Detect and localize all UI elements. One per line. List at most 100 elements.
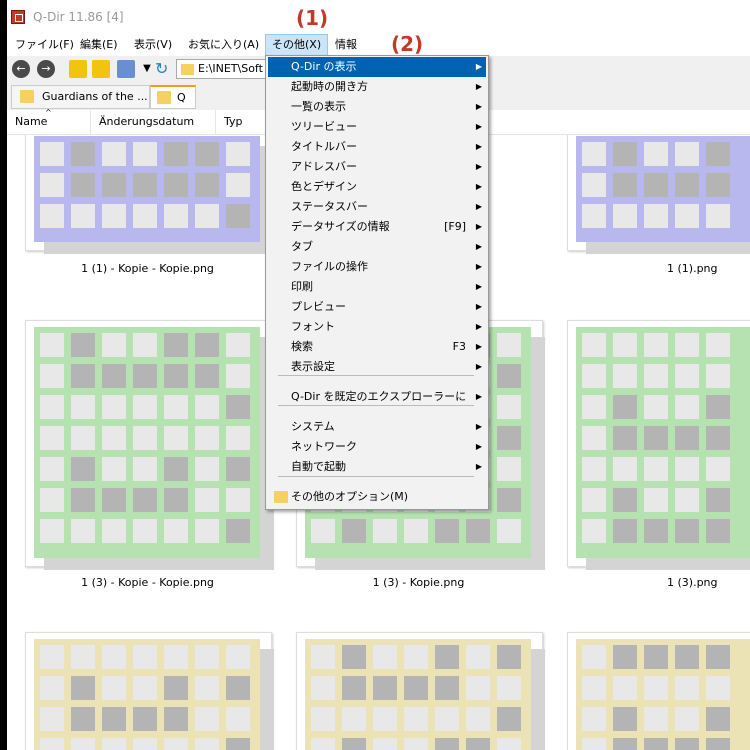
file-thumbnail[interactable] xyxy=(25,320,274,570)
menu-item-print[interactable]: 印刷 ▶ xyxy=(268,277,486,297)
column-date[interactable]: Änderungsdatum xyxy=(91,110,216,134)
thumbnail-cell xyxy=(102,142,126,166)
thumbnail-cell xyxy=(195,738,219,750)
menu-item-system[interactable]: システム ▶ xyxy=(268,417,486,437)
menu-item-title-bar[interactable]: タイトルバー ▶ xyxy=(268,137,486,157)
thumbnail-cell xyxy=(706,333,730,357)
thumbnail-cell xyxy=(226,204,250,228)
dropdown-arrow-icon[interactable]: ▼ xyxy=(138,60,156,78)
thumbnail-cell xyxy=(102,645,126,669)
thumbnail-cell xyxy=(342,707,366,731)
file-thumbnail[interactable] xyxy=(567,135,750,254)
thumbnail-cell xyxy=(226,488,250,512)
tab-q[interactable]: Q xyxy=(150,85,196,109)
new-folder-icon[interactable] xyxy=(92,60,110,78)
submenu-arrow-icon: ▶ xyxy=(475,222,482,231)
menu-item-font[interactable]: フォント ▶ xyxy=(268,317,486,337)
thumbnail-cell xyxy=(40,395,64,419)
menu-item-address-bar[interactable]: アドレスバー ▶ xyxy=(268,157,486,177)
menu-item-color-design[interactable]: 色とデザイン ▶ xyxy=(268,177,486,197)
up-folder-icon[interactable] xyxy=(69,60,87,78)
thumbnail-cell xyxy=(706,519,730,543)
file-thumbnail[interactable] xyxy=(567,320,750,570)
menu-info[interactable]: 情報 xyxy=(329,34,363,56)
file-thumbnail[interactable] xyxy=(25,632,274,750)
file-name[interactable]: 1 (3) - Kopie - Kopie.png xyxy=(25,576,270,589)
menu-item-file-operations[interactable]: ファイルの操作 ▶ xyxy=(268,257,486,277)
menu-item-label: ステータスバー xyxy=(291,200,368,213)
menu-item-tree-view[interactable]: ツリービュー ▶ xyxy=(268,117,486,137)
address-bar[interactable]: E:\INET\Soft xyxy=(176,59,276,79)
thumbnail-cell xyxy=(706,426,730,450)
menu-item-label: ツリービュー xyxy=(291,120,357,133)
menu-item-other-options[interactable]: その他のオプション(M) xyxy=(268,487,486,507)
thumbnail-cell xyxy=(582,488,606,512)
thumbnail-cell xyxy=(133,426,157,450)
thumbnail-cell xyxy=(40,457,64,481)
thumbnail-cell xyxy=(706,173,730,197)
thumbnail-cell xyxy=(644,676,668,700)
refresh-icon[interactable]: ↻ xyxy=(155,60,173,78)
thumbnail-cell xyxy=(164,519,188,543)
menu-item-status-bar[interactable]: ステータスバー ▶ xyxy=(268,197,486,217)
thumbnail-cell xyxy=(404,645,428,669)
menu-edit[interactable]: 編集(E) xyxy=(74,34,124,56)
forward-arrow-icon[interactable]: → xyxy=(37,60,55,78)
thumbnail-cell xyxy=(102,488,126,512)
menu-view[interactable]: 表示(V) xyxy=(128,34,178,56)
menu-item-label: システム xyxy=(291,420,335,433)
menu-item-label: タイトルバー xyxy=(291,140,357,153)
thumbnail-cell xyxy=(613,676,637,700)
file-thumbnail[interactable] xyxy=(567,632,750,750)
menu-item-preview[interactable]: プレビュー ▶ xyxy=(268,297,486,317)
shortcut-label: [F9] xyxy=(444,220,466,233)
file-name[interactable]: 1 (1).png xyxy=(567,262,750,275)
menu-item-tabs[interactable]: タブ ▶ xyxy=(268,237,486,257)
thumbnail-cell xyxy=(71,707,95,731)
thumbnail-cell xyxy=(133,738,157,750)
thumbnail-cell xyxy=(644,645,668,669)
folder-icon xyxy=(274,491,288,503)
thumbnail-cell xyxy=(195,457,219,481)
thumbnail-cell xyxy=(133,142,157,166)
submenu-arrow-icon: ▶ xyxy=(475,62,482,71)
file-name[interactable]: 1 (3) - Kopie.png xyxy=(296,576,541,589)
thumbnail-cell xyxy=(644,142,668,166)
sort-caret-icon: ^ xyxy=(45,108,52,117)
file-thumbnail[interactable] xyxy=(296,632,545,750)
file-name[interactable]: 1 (1) - Kopie - Kopie.png xyxy=(25,262,270,275)
thumbnail-cell xyxy=(706,364,730,388)
menu-item-startup-open[interactable]: 起動時の開き方 ▶ xyxy=(268,77,486,97)
tab-guardians[interactable]: Guardians of the ... xyxy=(11,85,150,109)
menu-item-data-size-info[interactable]: データサイズの情報 [F9] ▶ xyxy=(268,217,486,237)
file-name[interactable]: 1 (3).png xyxy=(567,576,750,589)
menu-item-qdir-view[interactable]: Q-Dir の表示 ▶ xyxy=(268,57,486,77)
submenu-arrow-icon: ▶ xyxy=(475,122,482,131)
menu-extras[interactable]: その他(X) xyxy=(265,34,328,56)
menu-favorites[interactable]: お気に入り(A) xyxy=(182,34,265,56)
menu-item-display-settings[interactable]: 表示設定 ▶ xyxy=(268,357,486,377)
thumbnail-cell xyxy=(311,707,335,731)
thumbnail-cell xyxy=(675,738,699,750)
thumbnail-image xyxy=(34,327,260,558)
menu-item-auto-start[interactable]: 自動で起動 ▶ xyxy=(268,457,486,477)
thumbnail-cell xyxy=(164,204,188,228)
file-thumbnail[interactable] xyxy=(25,135,274,254)
thumbnail-cell xyxy=(644,395,668,419)
thumbnail-cell xyxy=(71,395,95,419)
thumbnail-cell xyxy=(613,488,637,512)
thumbnail-cell xyxy=(133,204,157,228)
column-name[interactable]: Name ^ xyxy=(7,108,91,134)
thumbnail-cell xyxy=(466,738,490,750)
menu-file[interactable]: ファイル(F) xyxy=(9,34,80,56)
back-arrow-icon[interactable]: ← xyxy=(12,60,30,78)
menu-item-network[interactable]: ネットワーク ▶ xyxy=(268,437,486,457)
view-grid-icon[interactable] xyxy=(117,60,135,78)
menu-item-default-explorer[interactable]: Q-Dir を既定のエクスプローラーに ▶ xyxy=(268,387,486,407)
menu-item-search[interactable]: 検索 F3 ▶ xyxy=(268,337,486,357)
thumbnail-cell xyxy=(195,364,219,388)
menu-item-label: 検索 xyxy=(291,340,313,353)
menu-item-list-view[interactable]: 一覧の表示 ▶ xyxy=(268,97,486,117)
thumbnail-cell xyxy=(342,519,366,543)
thumbnail-cell xyxy=(497,707,521,731)
